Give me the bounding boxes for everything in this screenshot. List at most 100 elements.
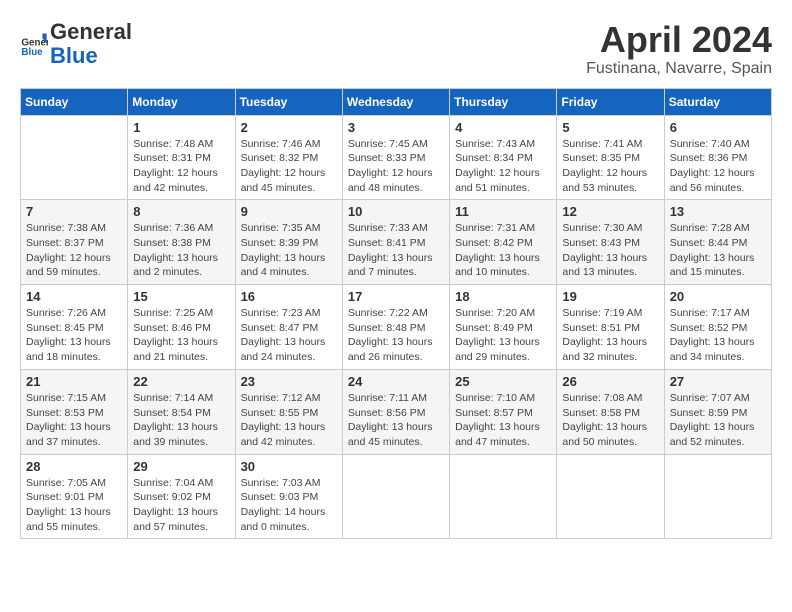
calendar-day-cell: 21Sunrise: 7:15 AMSunset: 8:53 PMDayligh… — [21, 369, 128, 454]
day-number: 9 — [241, 204, 337, 219]
calendar-day-cell: 24Sunrise: 7:11 AMSunset: 8:56 PMDayligh… — [342, 369, 449, 454]
day-info: Sunrise: 7:45 AMSunset: 8:33 PMDaylight:… — [348, 137, 444, 196]
calendar-table: SundayMondayTuesdayWednesdayThursdayFrid… — [20, 88, 772, 540]
calendar-day-cell: 22Sunrise: 7:14 AMSunset: 8:54 PMDayligh… — [128, 369, 235, 454]
calendar-day-cell: 16Sunrise: 7:23 AMSunset: 8:47 PMDayligh… — [235, 285, 342, 370]
day-info: Sunrise: 7:03 AMSunset: 9:03 PMDaylight:… — [241, 476, 337, 535]
calendar-day-cell — [342, 454, 449, 539]
day-info: Sunrise: 7:10 AMSunset: 8:57 PMDaylight:… — [455, 391, 551, 450]
weekday-header-cell: Monday — [128, 88, 235, 115]
day-number: 17 — [348, 289, 444, 304]
logo: General Blue General Blue — [20, 20, 132, 68]
day-info: Sunrise: 7:26 AMSunset: 8:45 PMDaylight:… — [26, 306, 122, 365]
calendar-week-row: 1 Sunrise: 7:48 AMSunset: 8:31 PMDaylight… — [21, 115, 772, 200]
day-number: 22 — [133, 374, 229, 389]
day-info: Sunrise: 7:20 AMSunset: 8:49 PMDaylight:… — [455, 306, 551, 365]
calendar-week-row: 28Sunrise: 7:05 AMSunset: 9:01 PMDayligh… — [21, 454, 772, 539]
weekday-header-cell: Thursday — [450, 88, 557, 115]
weekday-header-cell: Sunday — [21, 88, 128, 115]
day-number: 11 — [455, 204, 551, 219]
day-info: Sunrise: 7:43 AMSunset: 8:34 PMDaylight:… — [455, 137, 551, 196]
day-info: Sunrise: 7:31 AMSunset: 8:42 PMDaylight:… — [455, 221, 551, 280]
day-info: Sunrise: 7:08 AMSunset: 8:58 PMDaylight:… — [562, 391, 658, 450]
day-info: Sunrise: 7:46 AMSunset: 8:32 PMDaylight:… — [241, 137, 337, 196]
weekday-header-cell: Tuesday — [235, 88, 342, 115]
day-number: 10 — [348, 204, 444, 219]
calendar-day-cell: 20 Sunrise: 7:17 AMSunset: 8:52 PMDayligh… — [664, 285, 771, 370]
day-info: Sunrise: 7:28 AMSunset: 8:44 PMDaylight:… — [670, 221, 766, 280]
day-info: Sunrise: 7:19 AMSunset: 8:51 PMDaylight:… — [562, 306, 658, 365]
weekday-header-cell: Friday — [557, 88, 664, 115]
day-info: Sunrise: 7:17 AMSunset: 8:52 PMDaylight:… — [670, 306, 766, 365]
calendar-day-cell: 25 Sunrise: 7:10 AMSunset: 8:57 PMDayligh… — [450, 369, 557, 454]
day-number: 15 — [133, 289, 229, 304]
calendar-day-cell: 3 Sunrise: 7:45 AMSunset: 8:33 PMDaylight… — [342, 115, 449, 200]
calendar-day-cell: 30 Sunrise: 7:03 AMSunset: 9:03 PMDayligh… — [235, 454, 342, 539]
calendar-week-row: 14 Sunrise: 7:26 AMSunset: 8:45 PMDayligh… — [21, 285, 772, 370]
day-info: Sunrise: 7:12 AMSunset: 8:55 PMDaylight:… — [241, 391, 337, 450]
calendar-day-cell: 17 Sunrise: 7:22 AMSunset: 8:48 PMDayligh… — [342, 285, 449, 370]
day-number: 3 — [348, 120, 444, 135]
day-number: 27 — [670, 374, 766, 389]
day-number: 5 — [562, 120, 658, 135]
calendar-day-cell — [664, 454, 771, 539]
calendar-day-cell — [450, 454, 557, 539]
title-block: April 2024 Fustinana, Navarre, Spain — [586, 20, 772, 78]
day-number: 19 — [562, 289, 658, 304]
calendar-day-cell — [557, 454, 664, 539]
calendar-day-cell: 12 Sunrise: 7:30 AMSunset: 8:43 PMDayligh… — [557, 200, 664, 285]
day-number: 2 — [241, 120, 337, 135]
calendar-day-cell: 5 Sunrise: 7:41 AMSunset: 8:35 PMDaylight… — [557, 115, 664, 200]
day-number: 23 — [241, 374, 337, 389]
calendar-day-cell: 13 Sunrise: 7:28 AMSunset: 8:44 PMDayligh… — [664, 200, 771, 285]
day-number: 14 — [26, 289, 122, 304]
weekday-header-cell: Wednesday — [342, 88, 449, 115]
calendar-day-cell — [21, 115, 128, 200]
day-number: 1 — [133, 120, 229, 135]
day-info: Sunrise: 7:22 AMSunset: 8:48 PMDaylight:… — [348, 306, 444, 365]
day-info: Sunrise: 7:05 AMSunset: 9:01 PMDaylight:… — [26, 476, 122, 535]
day-number: 24 — [348, 374, 444, 389]
day-info: Sunrise: 7:30 AMSunset: 8:43 PMDaylight:… — [562, 221, 658, 280]
calendar-body: 1 Sunrise: 7:48 AMSunset: 8:31 PMDaylight… — [21, 115, 772, 539]
calendar-day-cell: 4Sunrise: 7:43 AMSunset: 8:34 PMDaylight… — [450, 115, 557, 200]
calendar-day-cell: 23 Sunrise: 7:12 AMSunset: 8:55 PMDayligh… — [235, 369, 342, 454]
day-number: 20 — [670, 289, 766, 304]
day-info: Sunrise: 7:33 AMSunset: 8:41 PMDaylight:… — [348, 221, 444, 280]
day-info: Sunrise: 7:38 AMSunset: 8:37 PMDaylight:… — [26, 221, 122, 280]
day-info: Sunrise: 7:36 AMSunset: 8:38 PMDaylight:… — [133, 221, 229, 280]
day-number: 25 — [455, 374, 551, 389]
day-info: Sunrise: 7:04 AMSunset: 9:02 PMDaylight:… — [133, 476, 229, 535]
day-info: Sunrise: 7:35 AMSunset: 8:39 PMDaylight:… — [241, 221, 337, 280]
calendar-day-cell: 28Sunrise: 7:05 AMSunset: 9:01 PMDayligh… — [21, 454, 128, 539]
day-info: Sunrise: 7:25 AMSunset: 8:46 PMDaylight:… — [133, 306, 229, 365]
calendar-day-cell: 6Sunrise: 7:40 AMSunset: 8:36 PMDaylight… — [664, 115, 771, 200]
day-number: 16 — [241, 289, 337, 304]
day-info: Sunrise: 7:07 AMSunset: 8:59 PMDaylight:… — [670, 391, 766, 450]
calendar-week-row: 21Sunrise: 7:15 AMSunset: 8:53 PMDayligh… — [21, 369, 772, 454]
page-header: General Blue General Blue April 2024 Fus… — [20, 20, 772, 78]
calendar-day-cell: 11 Sunrise: 7:31 AMSunset: 8:42 PMDayligh… — [450, 200, 557, 285]
calendar-day-cell: 29Sunrise: 7:04 AMSunset: 9:02 PMDayligh… — [128, 454, 235, 539]
calendar-day-cell: 2 Sunrise: 7:46 AMSunset: 8:32 PMDaylight… — [235, 115, 342, 200]
weekday-header-cell: Saturday — [664, 88, 771, 115]
calendar-day-cell: 8 Sunrise: 7:36 AMSunset: 8:38 PMDaylight… — [128, 200, 235, 285]
day-info: Sunrise: 7:48 AMSunset: 8:31 PMDaylight:… — [133, 137, 229, 196]
calendar-day-cell: 10 Sunrise: 7:33 AMSunset: 8:41 PMDayligh… — [342, 200, 449, 285]
logo-icon: General Blue — [20, 30, 48, 58]
day-number: 13 — [670, 204, 766, 219]
day-number: 26 — [562, 374, 658, 389]
calendar-day-cell: 18Sunrise: 7:20 AMSunset: 8:49 PMDayligh… — [450, 285, 557, 370]
calendar-day-cell: 19 Sunrise: 7:19 AMSunset: 8:51 PMDayligh… — [557, 285, 664, 370]
day-number: 12 — [562, 204, 658, 219]
calendar-week-row: 7Sunrise: 7:38 AMSunset: 8:37 PMDaylight… — [21, 200, 772, 285]
day-number: 8 — [133, 204, 229, 219]
calendar-day-cell: 9 Sunrise: 7:35 AMSunset: 8:39 PMDaylight… — [235, 200, 342, 285]
calendar-day-cell: 14 Sunrise: 7:26 AMSunset: 8:45 PMDayligh… — [21, 285, 128, 370]
day-number: 30 — [241, 459, 337, 474]
day-info: Sunrise: 7:41 AMSunset: 8:35 PMDaylight:… — [562, 137, 658, 196]
logo-text: General Blue — [50, 20, 132, 68]
calendar-day-cell: 7Sunrise: 7:38 AMSunset: 8:37 PMDaylight… — [21, 200, 128, 285]
calendar-header-row: SundayMondayTuesdayWednesdayThursdayFrid… — [21, 88, 772, 115]
day-info: Sunrise: 7:15 AMSunset: 8:53 PMDaylight:… — [26, 391, 122, 450]
